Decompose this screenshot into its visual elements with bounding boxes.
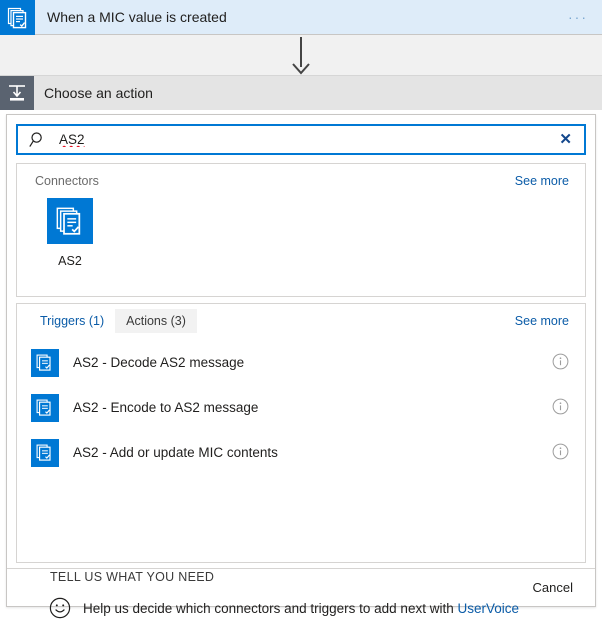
connector-tile-list: AS2 [17, 198, 585, 268]
trigger-card[interactable]: When a MIC value is created ··· [0, 0, 602, 35]
triggers-actions-tabs: Triggers (1) Actions (3) See more [17, 304, 585, 338]
trigger-title: When a MIC value is created [47, 9, 568, 25]
action-result-list: AS2 - Decode AS2 message [17, 338, 585, 475]
action-picker-panel: ✕ Connectors See more [6, 114, 596, 607]
actions-section: Triggers (1) Actions (3) See more AS2 - … [16, 303, 586, 563]
list-item[interactable]: AS2 - Add or update MIC contents [17, 430, 585, 475]
list-item[interactable]: AS2 - Decode AS2 message [17, 340, 585, 385]
insert-action-icon [0, 76, 34, 110]
as2-connector-icon [31, 439, 59, 467]
info-icon[interactable] [552, 398, 569, 418]
info-icon[interactable] [552, 353, 569, 373]
documents-check-icon [0, 0, 35, 35]
search-box[interactable]: ✕ [16, 124, 586, 155]
as2-connector-icon [31, 349, 59, 377]
search-icon [29, 131, 47, 149]
list-item-label: AS2 - Decode AS2 message [73, 355, 552, 370]
tab-triggers[interactable]: Triggers (1) [29, 309, 115, 333]
connector-tile-label: AS2 [31, 254, 109, 268]
down-arrow-icon [286, 37, 316, 75]
list-item-label: AS2 - Add or update MIC contents [73, 445, 552, 460]
cancel-button[interactable]: Cancel [533, 580, 573, 595]
connector-tile-as2[interactable]: AS2 [31, 198, 109, 268]
choose-action-title: Choose an action [44, 85, 153, 101]
connectors-see-more-link[interactable]: See more [515, 174, 569, 188]
flow-connector-band [0, 35, 602, 76]
list-item[interactable]: AS2 - Encode to AS2 message [17, 385, 585, 430]
clear-search-button[interactable]: ✕ [559, 132, 572, 147]
connectors-section: Connectors See more AS2 [16, 163, 586, 297]
connectors-section-header: Connectors See more [17, 164, 585, 198]
as2-connector-icon [31, 394, 59, 422]
connectors-label: Connectors [35, 174, 515, 188]
choose-action-header: Choose an action [0, 76, 602, 110]
as2-connector-icon [47, 198, 93, 244]
list-item-label: AS2 - Encode to AS2 message [73, 400, 552, 415]
tab-actions[interactable]: Actions (3) [115, 309, 197, 333]
picker-footer: Cancel [7, 568, 595, 606]
info-icon[interactable] [552, 443, 569, 463]
search-input[interactable] [59, 132, 559, 147]
actions-see-more-link[interactable]: See more [515, 314, 569, 328]
trigger-overflow-menu-icon[interactable]: ··· [568, 12, 588, 22]
